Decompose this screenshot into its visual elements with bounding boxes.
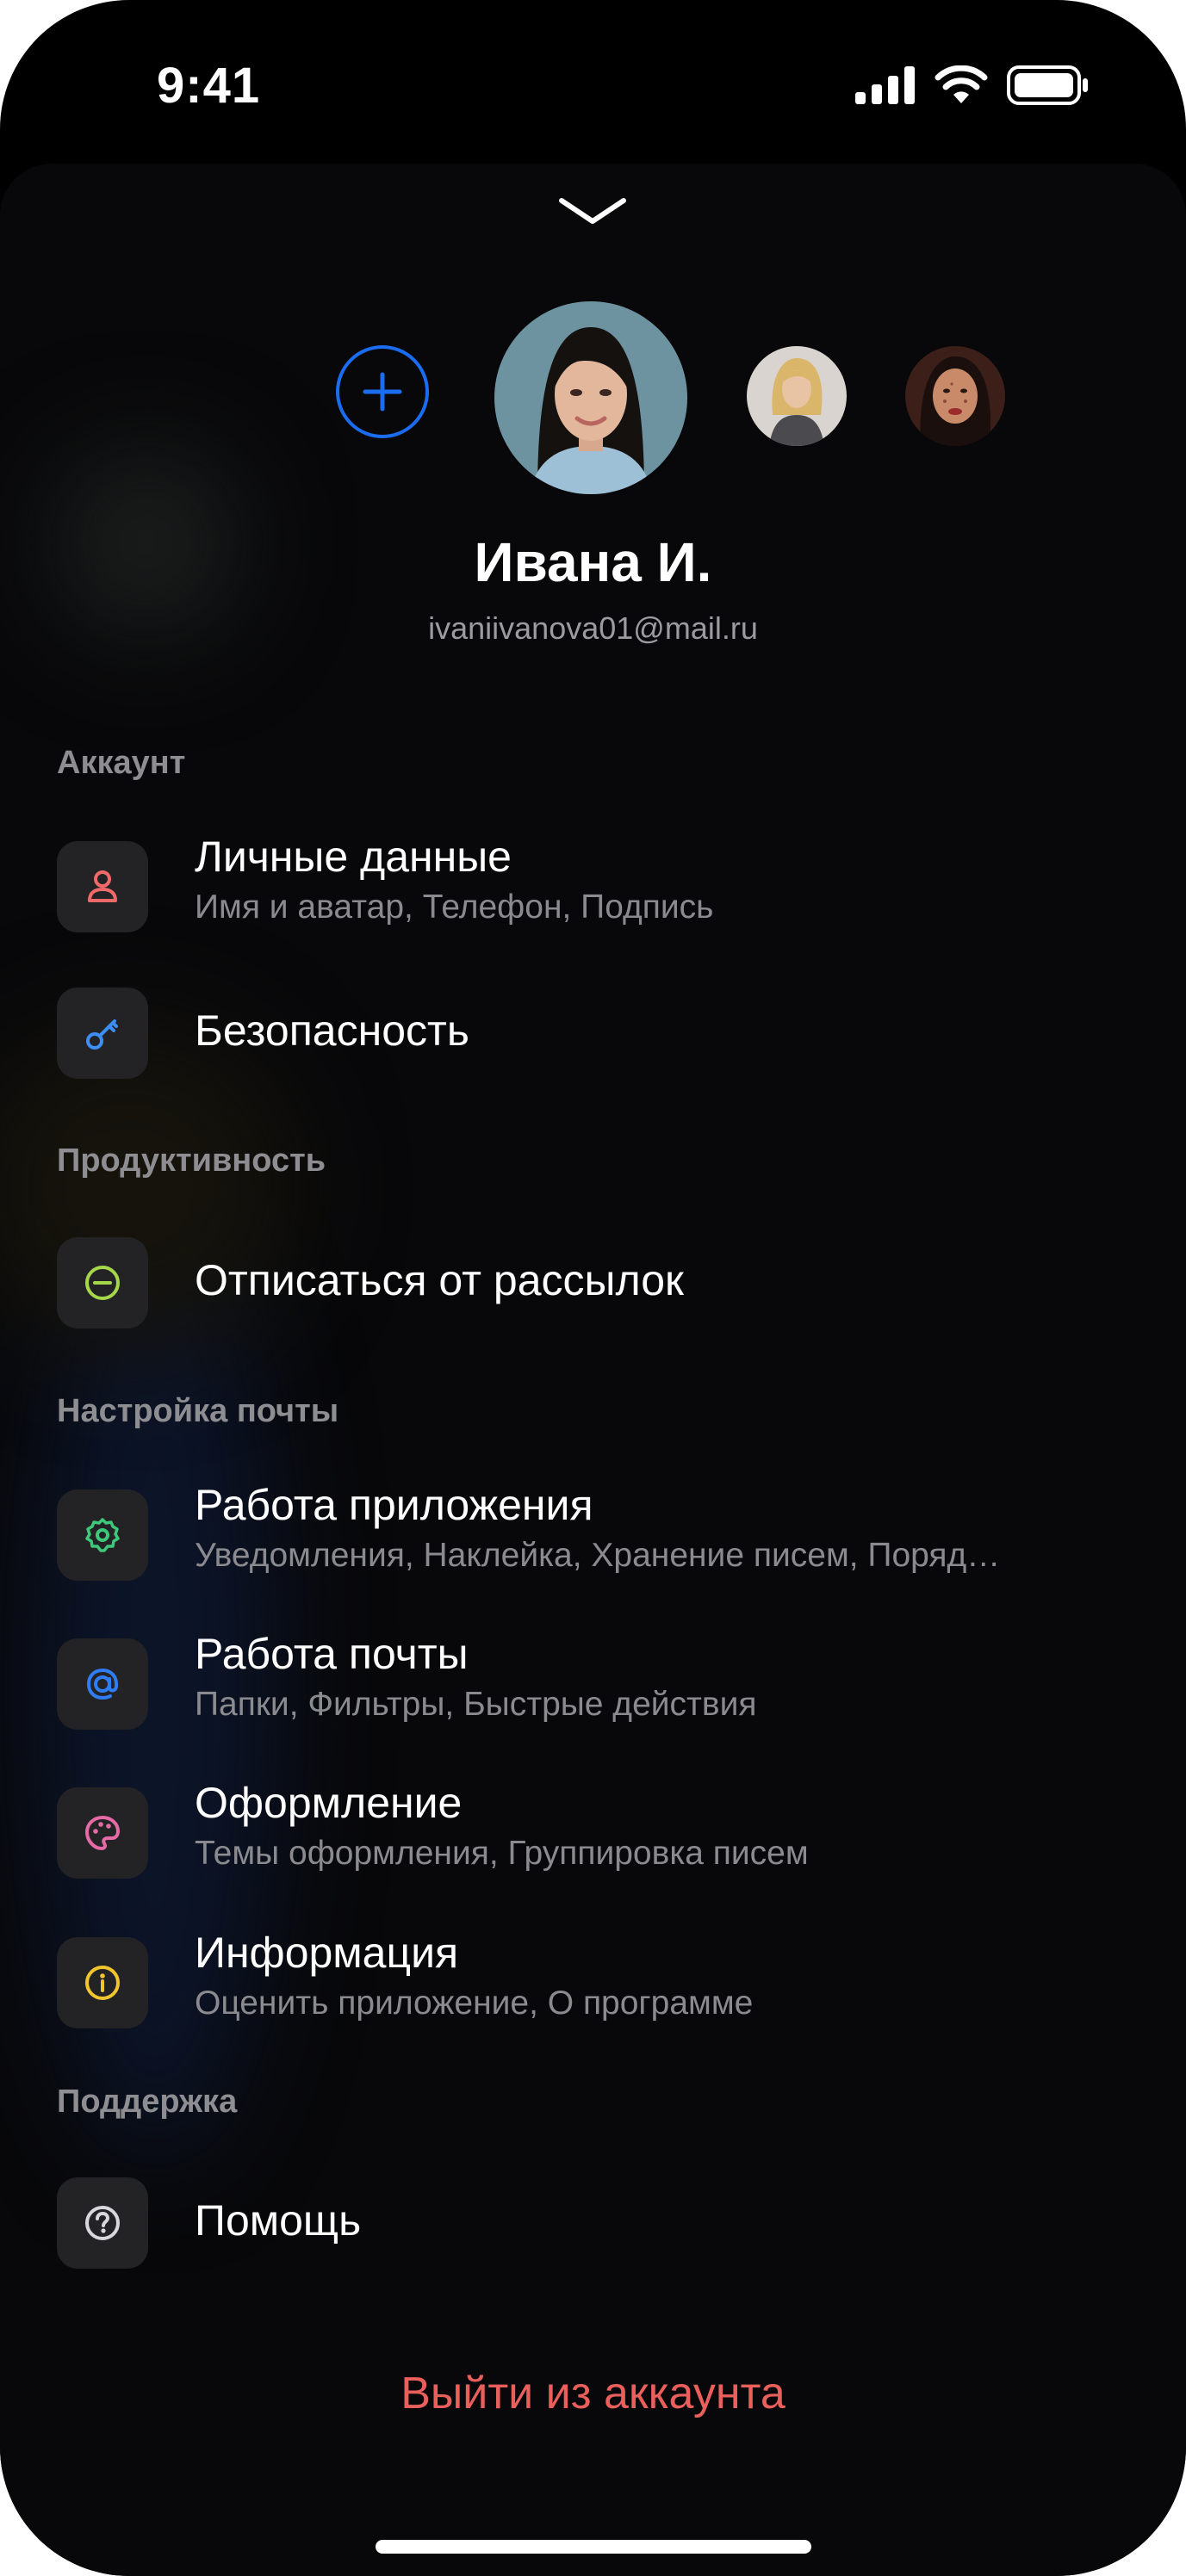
at-sign-icon (86, 1668, 118, 1700)
settings-item-subtitle: Папки, Фильтры, Быстрые действия (195, 1686, 757, 1723)
settings-item-title: Помощь (195, 2196, 362, 2245)
minus-circle-icon (85, 1266, 120, 1300)
section-title-productivity: Продуктивность (57, 1142, 326, 1179)
phone-screen: 9:41 Ивана И. ivaniivanova01@mail.ru Акк… (0, 0, 1186, 2576)
settings-item-help[interactable]: Помощь (0, 2171, 1186, 2292)
wifi-icon (935, 65, 988, 103)
settings-item-title: Информация (195, 1929, 459, 1977)
settings-item-information[interactable]: Информация Оценить приложение, О програм… (0, 1923, 1186, 2043)
battery-icon (1007, 65, 1088, 105)
settings-item-title: Работа приложения (195, 1481, 593, 1529)
settings-item-appearance[interactable]: Оформление Темы оформления, Группировка … (0, 1773, 1186, 1893)
avatar[interactable] (747, 346, 847, 446)
settings-item-subtitle: Оценить приложение, О программе (195, 1985, 754, 2022)
settings-item-title: Работа почты (195, 1630, 469, 1678)
question-icon (85, 2206, 120, 2240)
section-title-mail-settings: Настройка почты (57, 1393, 339, 1429)
settings-item-subtitle: Темы оформления, Группировка писем (195, 1835, 809, 1872)
section-title-support: Поддержка (57, 2084, 238, 2120)
settings-item-subtitle: Имя и аватар, Телефон, Подпись (195, 889, 714, 926)
avatar[interactable] (905, 346, 1005, 446)
palette-icon (85, 1816, 120, 1850)
settings-item-security[interactable]: Безопасность (0, 981, 1186, 1102)
profile-name: Ивана И. (474, 531, 712, 593)
info-icon (85, 1966, 120, 2000)
status-time: 9:41 (157, 58, 261, 114)
settings-item-mail-behavior[interactable]: Работа почты Папки, Фильтры, Быстрые дей… (0, 1624, 1186, 1744)
home-indicator (376, 2540, 811, 2554)
gear-icon (85, 1518, 120, 1552)
key-icon (86, 1019, 118, 1050)
settings-item-title: Оформление (195, 1779, 463, 1827)
logout-button[interactable]: Выйти из аккаунта (0, 2368, 1186, 2419)
settings-item-unsubscribe[interactable]: Отписаться от рассылок (0, 1231, 1186, 1352)
settings-item-personal-data[interactable]: Личные данные Имя и аватар, Телефон, Под… (0, 827, 1186, 947)
profile-email: ivaniivanova01@mail.ru (428, 610, 758, 646)
signal-icon (855, 66, 915, 104)
plus-icon (363, 372, 402, 412)
settings-sheet: Ивана И. ivaniivanova01@mail.ru Аккаунт … (0, 164, 1186, 2576)
person-icon (88, 870, 117, 902)
settings-item-title: Личные данные (195, 833, 512, 881)
section-title-account: Аккаунт (57, 745, 186, 781)
add-account-button[interactable] (336, 345, 429, 438)
settings-item-subtitle: Уведомления, Наклейка, Хранение писем, П… (195, 1537, 1001, 1574)
status-icons (855, 65, 1090, 105)
settings-item-title: Безопасность (195, 1006, 469, 1055)
status-bar: 9:41 (0, 0, 1186, 164)
chevron-down-icon[interactable] (558, 195, 627, 226)
settings-item-app-behavior[interactable]: Работа приложения Уведомления, Наклейка,… (0, 1475, 1186, 1595)
avatar[interactable] (494, 301, 687, 494)
account-switcher (0, 301, 1186, 499)
settings-item-title: Отписаться от рассылок (195, 1256, 684, 1304)
